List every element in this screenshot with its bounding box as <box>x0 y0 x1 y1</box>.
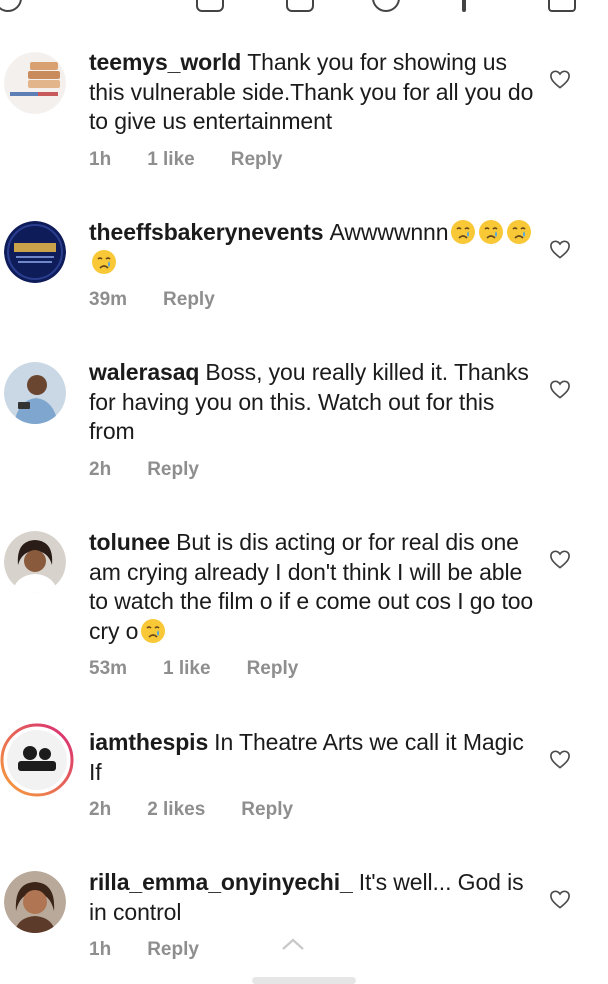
avatar[interactable] <box>4 531 66 593</box>
reply-button[interactable]: Reply <box>147 939 199 963</box>
top-navigation-bar <box>0 0 608 14</box>
comment-meta: 2h Reply <box>89 459 539 483</box>
comment-username[interactable]: walerasaq <box>89 359 199 385</box>
avatar[interactable] <box>4 362 66 424</box>
crying-face-emoji <box>450 219 476 245</box>
comment-likes[interactable]: 1 like <box>147 149 195 173</box>
comment-text: theeffsbakerynevents Awwwwnnn <box>89 218 539 277</box>
avatar[interactable] <box>4 871 66 933</box>
comment-username[interactable]: iamthespis <box>89 729 208 755</box>
like-heart-icon[interactable] <box>549 379 571 399</box>
reply-button[interactable]: Reply <box>241 799 293 823</box>
reply-button[interactable]: Reply <box>247 658 299 682</box>
reply-button[interactable]: Reply <box>147 459 199 483</box>
comment-username[interactable]: teemys_world <box>89 49 241 75</box>
comment-meta: 2h 2 likes Reply <box>89 799 539 823</box>
comment-time: 53m <box>89 658 128 679</box>
add-post-icon[interactable] <box>286 0 314 12</box>
comment-text: iamthespis In Theatre Arts we call it Mag… <box>89 728 539 787</box>
comment-body: theeffsbakerynevents Awwwwnnn 39m Reply <box>89 218 539 313</box>
comment-body: walerasaq Boss, you really killed it. Tha… <box>89 358 539 483</box>
crying-face-emoji <box>91 249 117 275</box>
crying-face-emoji <box>140 618 166 644</box>
avatar[interactable] <box>4 221 66 283</box>
comment-meta: 1h 1 like Reply <box>89 149 539 173</box>
comment-likes[interactable]: 1 like <box>163 658 211 682</box>
home-icon[interactable] <box>0 0 22 12</box>
comment-meta: 53m 1 like Reply <box>89 658 539 682</box>
comment-time: 1h <box>89 939 112 960</box>
reels-icon[interactable] <box>372 0 400 12</box>
comment-body: tolunee But is dis acting or for real dis… <box>89 528 539 682</box>
edit-icon[interactable] <box>548 0 576 12</box>
comment-text: rilla_emma_onyinyechi_ It's well... God i… <box>89 868 539 927</box>
comment-body: teemys_world Thank you for showing us thi… <box>89 48 539 173</box>
comment-time: 2h <box>89 799 112 820</box>
avatar[interactable] <box>4 52 66 114</box>
comment-text: teemys_world Thank you for showing us thi… <box>89 48 539 137</box>
comment-time: 2h <box>89 458 112 480</box>
search-icon[interactable] <box>196 0 224 12</box>
comment-message: Awwwwnnn <box>329 219 449 245</box>
like-heart-icon[interactable] <box>549 549 571 569</box>
comment-body: iamthespis In Theatre Arts we call it Mag… <box>89 728 539 823</box>
crying-face-emoji <box>506 219 532 245</box>
comment-likes[interactable]: 2 likes <box>147 799 205 823</box>
comment-username[interactable]: tolunee <box>89 529 170 555</box>
home-indicator <box>252 977 356 984</box>
comment-body: rilla_emma_onyinyechi_ It's well... God i… <box>89 868 539 963</box>
notifications-icon[interactable] <box>462 0 466 12</box>
comment-username[interactable]: theeffsbakerynevents <box>89 219 324 245</box>
comment-username[interactable]: rilla_emma_onyinyechi_ <box>89 869 353 895</box>
like-heart-icon[interactable] <box>549 69 571 89</box>
comment-time: 1h <box>89 148 112 170</box>
like-heart-icon[interactable] <box>549 239 571 259</box>
crying-face-emoji <box>478 219 504 245</box>
comment-meta: 1h Reply <box>89 939 539 963</box>
scroll-up-chevron-icon[interactable] <box>280 936 306 952</box>
comment-text: tolunee But is dis acting or for real dis… <box>89 528 539 646</box>
like-heart-icon[interactable] <box>549 889 571 909</box>
avatar-story-ring[interactable] <box>0 723 74 797</box>
comment-time: 39m <box>89 289 128 310</box>
like-heart-icon[interactable] <box>549 749 571 769</box>
reply-button[interactable]: Reply <box>163 289 215 313</box>
comment-meta: 39m Reply <box>89 289 539 313</box>
reply-button[interactable]: Reply <box>231 149 283 173</box>
comment-text: walerasaq Boss, you really killed it. Tha… <box>89 358 539 447</box>
